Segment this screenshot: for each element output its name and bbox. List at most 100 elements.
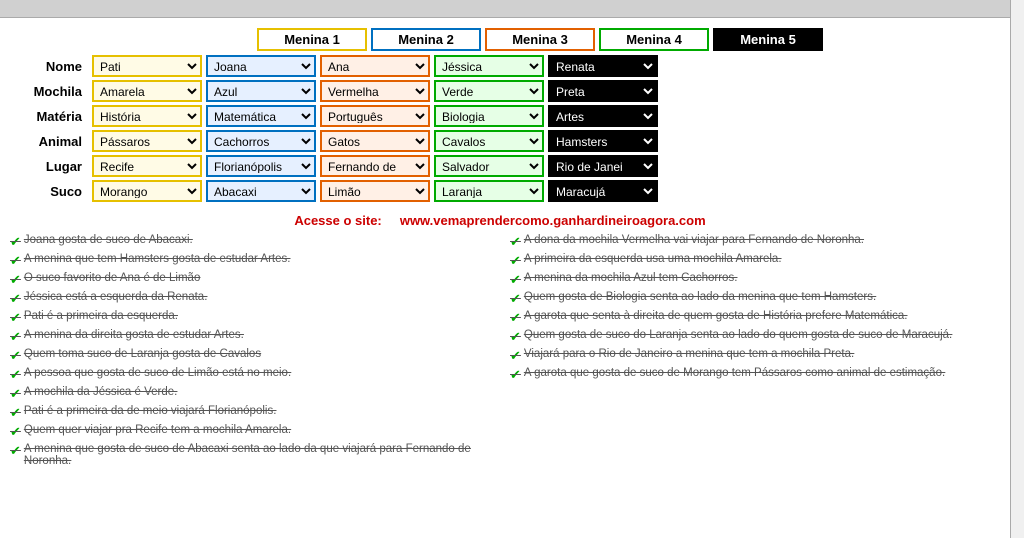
row-label-5: Suco (10, 184, 90, 199)
select-1-4[interactable]: Preta (548, 80, 658, 102)
select-2-1[interactable]: Matemática (206, 105, 316, 127)
select-3-4[interactable]: Hamsters (548, 130, 658, 152)
clue-right-5: ✔Quem gosta de suco do Laranja senta ao … (510, 329, 990, 345)
puzzle-grid: Menina 1Menina 2Menina 3Menina 4Menina 5… (10, 28, 990, 205)
select-5-4[interactable]: Maracujá (548, 180, 658, 202)
puzzle-row-1: MochilaAmarelaAzulVermelhaVerdePreta (10, 80, 990, 102)
col-header-menina1: Menina 1 (257, 28, 367, 51)
puzzle-row-2: MatériaHistóriaMatemáticaPortuguêsBiolog… (10, 105, 990, 127)
checkmark-left-5: ✔ (10, 329, 21, 345)
select-1-0[interactable]: Amarela (92, 80, 202, 102)
clue-right-3: ✔Quem gosta de Biologia senta ao lado da… (510, 291, 990, 307)
checkmark-left-9: ✔ (10, 405, 21, 421)
cell-4-2: Fernando de (320, 155, 430, 177)
checkmark-left-0: ✔ (10, 234, 21, 250)
clue-text-right-4: A garota que senta à direita de quem gos… (524, 310, 908, 322)
row-label-0: Nome (10, 59, 90, 74)
checkmark-right-6: ✔ (510, 348, 521, 364)
select-3-2[interactable]: Gatos (320, 130, 430, 152)
checkmark-right-2: ✔ (510, 272, 521, 288)
clue-right-4: ✔A garota que senta à direita de quem go… (510, 310, 990, 326)
clue-text-right-1: A primeira da esquerda usa uma mochila A… (524, 253, 782, 265)
select-4-2[interactable]: Fernando de (320, 155, 430, 177)
checkmark-left-4: ✔ (10, 310, 21, 326)
col-header-menina4: Menina 4 (599, 28, 709, 51)
checkmark-right-3: ✔ (510, 291, 521, 307)
cell-3-3: Cavalos (434, 130, 544, 152)
cell-5-0: Morango (92, 180, 202, 202)
select-3-0[interactable]: Pássaros (92, 130, 202, 152)
clue-text-left-7: A pessoa que gosta de suco de Limão está… (24, 367, 291, 379)
row-label-3: Animal (10, 134, 90, 149)
clue-text-left-10: Quem quer viajar pra Recife tem a mochil… (24, 424, 291, 436)
clue-left-1: ✔A menina que tem Hamsters gosta de estu… (10, 253, 490, 269)
clue-left-4: ✔Pati é a primeira da esquerda. (10, 310, 490, 326)
puzzle-row-5: SucoMorangoAbacaxiLimãoLaranjaMaracujá (10, 180, 990, 202)
cell-5-1: Abacaxi (206, 180, 316, 202)
select-5-0[interactable]: Morango (92, 180, 202, 202)
clue-text-left-5: A menina da direita gosta de estudar Art… (24, 329, 244, 341)
clue-text-left-9: Pati é a primeira da de meio viajará Flo… (24, 405, 276, 417)
checkmark-left-1: ✔ (10, 253, 21, 269)
clues-area: ✔Joana gosta de suco de Abacaxi.✔A menin… (10, 234, 990, 470)
puzzle-row-0: NomePatiJoanaAnaJéssicaRenata (10, 55, 990, 77)
clue-left-0: ✔Joana gosta de suco de Abacaxi. (10, 234, 490, 250)
puzzle-row-4: LugarRecifeFlorianópolisFernando deSalva… (10, 155, 990, 177)
select-0-2[interactable]: Ana (320, 55, 430, 77)
cell-2-2: Português (320, 105, 430, 127)
select-2-0[interactable]: História (92, 105, 202, 127)
cell-2-4: Artes (548, 105, 658, 127)
clue-right-7: ✔A garota que gosta de suco de Morango t… (510, 367, 990, 383)
checkmark-left-11: ✔ (10, 443, 21, 459)
clue-left-6: ✔Quem toma suco de Laranja gosta de Cava… (10, 348, 490, 364)
select-3-1[interactable]: Cachorros (206, 130, 316, 152)
select-0-4[interactable]: Renata (548, 55, 658, 77)
scrollbar[interactable] (1010, 0, 1024, 538)
select-4-4[interactable]: Rio de Janei (548, 155, 658, 177)
cell-1-3: Verde (434, 80, 544, 102)
select-2-4[interactable]: Artes (548, 105, 658, 127)
clue-left-8: ✔A mochila da Jéssica é Verde. (10, 386, 490, 402)
checkmark-left-3: ✔ (10, 291, 21, 307)
cell-3-2: Gatos (320, 130, 430, 152)
col-header-menina3: Menina 3 (485, 28, 595, 51)
cell-5-4: Maracujá (548, 180, 658, 202)
clue-text-right-3: Quem gosta de Biologia senta ao lado da … (524, 291, 876, 303)
cell-4-3: Salvador (434, 155, 544, 177)
cell-0-1: Joana (206, 55, 316, 77)
select-0-3[interactable]: Jéssica (434, 55, 544, 77)
select-1-2[interactable]: Vermelha (320, 80, 430, 102)
cell-4-1: Florianópolis (206, 155, 316, 177)
top-bar (0, 0, 1024, 18)
select-5-1[interactable]: Abacaxi (206, 180, 316, 202)
select-4-1[interactable]: Florianópolis (206, 155, 316, 177)
select-2-2[interactable]: Português (320, 105, 430, 127)
select-3-3[interactable]: Cavalos (434, 130, 544, 152)
cell-1-1: Azul (206, 80, 316, 102)
select-0-1[interactable]: Joana (206, 55, 316, 77)
select-5-2[interactable]: Limão (320, 180, 430, 202)
cell-0-2: Ana (320, 55, 430, 77)
select-5-3[interactable]: Laranja (434, 180, 544, 202)
cell-0-0: Pati (92, 55, 202, 77)
puzzle-row-3: AnimalPássarosCachorrosGatosCavalosHamst… (10, 130, 990, 152)
clue-left-11: ✔A menina que gosta de suco de Abacaxi s… (10, 443, 490, 467)
checkmark-left-2: ✔ (10, 272, 21, 288)
clue-left-5: ✔A menina da direita gosta de estudar Ar… (10, 329, 490, 345)
cell-1-0: Amarela (92, 80, 202, 102)
select-4-3[interactable]: Salvador (434, 155, 544, 177)
select-1-1[interactable]: Azul (206, 80, 316, 102)
select-0-0[interactable]: Pati (92, 55, 202, 77)
cell-0-4: Renata (548, 55, 658, 77)
promo-label: Acesse o site: (294, 213, 381, 228)
select-4-0[interactable]: Recife (92, 155, 202, 177)
promo-link[interactable]: www.vemaprendercomo.ganhardineiroagora.c… (400, 213, 706, 228)
clue-left-3: ✔Jéssica está a esquerda da Renata. (10, 291, 490, 307)
row-label-4: Lugar (10, 159, 90, 174)
cell-0-3: Jéssica (434, 55, 544, 77)
cell-3-0: Pássaros (92, 130, 202, 152)
select-2-3[interactable]: Biologia (434, 105, 544, 127)
select-1-3[interactable]: Verde (434, 80, 544, 102)
row-label-1: Mochila (10, 84, 90, 99)
clue-text-left-2: O suco favorito de Ana é de Limão (24, 272, 200, 284)
